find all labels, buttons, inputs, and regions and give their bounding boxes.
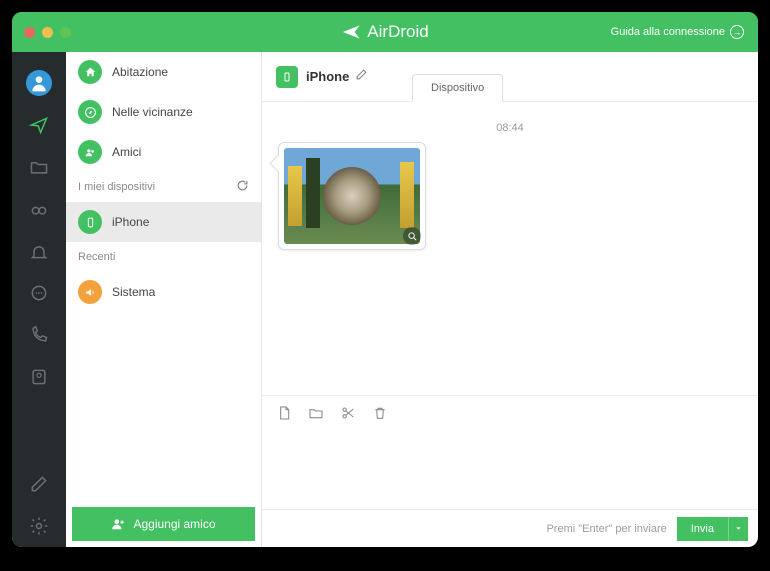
magnify-icon <box>407 231 418 242</box>
compass-icon <box>84 106 97 119</box>
add-friend-label: Aggiungi amico <box>133 517 215 531</box>
tab-device[interactable]: Dispositivo <box>412 74 503 102</box>
contact-nearby[interactable]: Nelle vicinanze <box>66 92 261 132</box>
airdroid-logo-icon <box>341 22 361 42</box>
nav-files[interactable] <box>12 146 66 188</box>
send-options-button[interactable] <box>728 517 748 541</box>
connection-guide-link[interactable]: Guida alla connessione → <box>611 25 744 39</box>
nav-notifications[interactable] <box>12 230 66 272</box>
connection-guide-label: Guida alla connessione <box>611 26 725 38</box>
friends-icon <box>84 146 97 159</box>
chat-header: iPhone Dispositivo <box>262 52 758 102</box>
gear-icon <box>29 516 49 536</box>
contact-friends[interactable]: Amici <box>66 132 261 172</box>
device-iphone[interactable]: iPhone <box>66 202 261 242</box>
send-hint: Premi "Enter" per inviare <box>546 523 666 535</box>
send-label: Invia <box>691 523 714 535</box>
paper-plane-icon <box>29 115 49 135</box>
minimize-window-button[interactable] <box>42 27 53 38</box>
contact-home[interactable]: Abitazione <box>66 52 261 92</box>
chat-icon <box>29 283 49 303</box>
window-controls <box>24 27 71 38</box>
binoculars-icon <box>29 199 49 219</box>
recent-label: Sistema <box>112 285 155 299</box>
nav-edit[interactable] <box>12 463 66 505</box>
chat-messages: 08:44 <box>262 102 758 395</box>
chat-device-icon <box>276 66 298 88</box>
send-row: Premi "Enter" per inviare Invia <box>262 509 758 547</box>
devices-header: I miei dispositivi <box>66 172 261 202</box>
cut-button[interactable] <box>340 405 356 421</box>
zoom-image-button[interactable] <box>403 227 421 245</box>
tab-label: Dispositivo <box>431 82 484 94</box>
edit-device-name-button[interactable] <box>355 68 368 86</box>
devices-header-label: I miei dispositivi <box>78 181 155 193</box>
nav-settings[interactable] <box>12 505 66 547</box>
nav-calls[interactable] <box>12 314 66 356</box>
send-button[interactable]: Invia <box>677 517 728 541</box>
add-friend-button[interactable]: Aggiungi amico <box>72 507 255 541</box>
recent-header: Recenti <box>66 242 261 272</box>
titlebar: AirDroid Guida alla connessione → <box>12 12 758 52</box>
nav-contacts[interactable] <box>12 356 66 398</box>
scissors-icon <box>340 405 356 421</box>
app-window: AirDroid Guida alla connessione → <box>12 12 758 547</box>
image-message[interactable] <box>278 142 426 250</box>
nav-remote[interactable] <box>12 188 66 230</box>
folder-icon <box>308 405 324 421</box>
delete-button[interactable] <box>372 405 388 421</box>
chat-title: iPhone <box>306 69 349 84</box>
contact-label: Nelle vicinanze <box>112 105 193 119</box>
folder-icon <box>29 157 49 177</box>
contact-label: Amici <box>112 145 141 159</box>
recent-system[interactable]: Sistema <box>66 272 261 312</box>
compose-toolbar <box>262 395 758 429</box>
attach-folder-button[interactable] <box>308 405 324 421</box>
arrow-right-icon: → <box>730 25 744 39</box>
megaphone-icon <box>84 286 97 299</box>
image-thumbnail <box>284 148 420 244</box>
chat-panel: iPhone Dispositivo 08:44 <box>262 52 758 547</box>
pencil-icon <box>355 68 368 81</box>
device-label: iPhone <box>112 215 149 229</box>
phone-device-icon <box>84 216 97 229</box>
chevron-down-icon <box>734 524 743 533</box>
app-body: Abitazione Nelle vicinanze Amici I miei … <box>12 52 758 547</box>
app-title: AirDroid <box>367 22 428 42</box>
close-window-button[interactable] <box>24 27 35 38</box>
app-brand: AirDroid <box>341 22 428 42</box>
trash-icon <box>372 405 388 421</box>
profile-avatar[interactable] <box>12 62 66 104</box>
home-icon <box>84 66 97 79</box>
person-icon <box>29 73 49 93</box>
maximize-window-button[interactable] <box>60 27 71 38</box>
file-icon <box>276 405 292 421</box>
bell-icon <box>29 241 49 261</box>
phone-icon <box>29 325 49 345</box>
nav-sms[interactable] <box>12 272 66 314</box>
contact-label: Abitazione <box>112 65 168 79</box>
recent-header-label: Recenti <box>78 251 115 263</box>
message-input[interactable] <box>262 429 758 509</box>
message-timestamp: 08:44 <box>278 122 742 134</box>
edit-icon <box>29 474 49 494</box>
contacts-icon <box>29 367 49 387</box>
add-person-icon <box>111 517 125 531</box>
nav-transfer[interactable] <box>12 104 66 146</box>
contacts-panel: Abitazione Nelle vicinanze Amici I miei … <box>66 52 262 547</box>
attach-file-button[interactable] <box>276 405 292 421</box>
nav-rail <box>12 52 66 547</box>
refresh-devices-button[interactable] <box>236 179 249 195</box>
refresh-icon <box>236 179 249 192</box>
